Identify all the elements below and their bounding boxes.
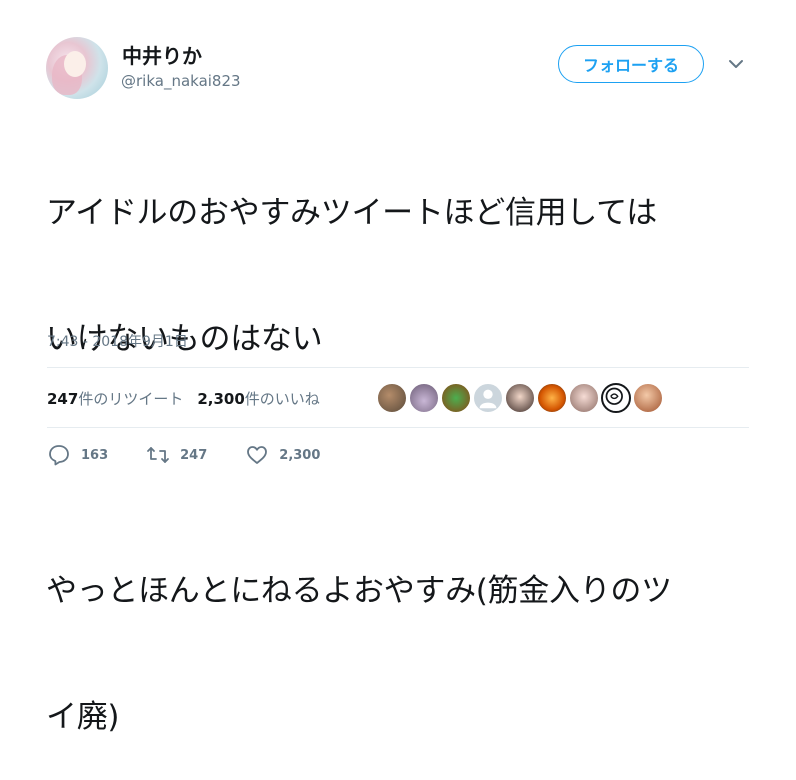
user-handle[interactable]: @rika_nakai823 (121, 72, 241, 90)
liker-avatar[interactable] (569, 383, 599, 413)
divider (47, 367, 749, 368)
chevron-down-icon[interactable] (726, 56, 746, 72)
display-name[interactable]: 中井りか (122, 40, 202, 69)
tweet-line: アイドルのおやすみツイートほど信用しては (46, 195, 657, 231)
reply-icon (49, 445, 69, 466)
retweet-count: 247 (180, 447, 208, 463)
reply-count: 163 (81, 447, 109, 463)
retweet-stat-label[interactable]: 件のリツイート (78, 388, 183, 409)
liker-avatar[interactable] (505, 383, 535, 413)
like-button[interactable]: 2,300 (245, 443, 320, 467)
retweet-icon (147, 447, 170, 463)
tweet-timestamp[interactable]: 7:43 - 2018年9月1日 (47, 331, 188, 351)
like-stat-count[interactable]: 2,300 (197, 390, 244, 408)
tweet-line: イ廃) (46, 699, 120, 735)
divider (47, 427, 749, 428)
follow-button[interactable]: フォローする (558, 45, 704, 83)
liker-avatar[interactable] (473, 383, 503, 413)
retweet-button[interactable]: 247 (146, 443, 207, 467)
like-stat-label[interactable]: 件のいいね (245, 388, 320, 409)
tweet-actions: 163 247 2,300 (47, 443, 358, 467)
liker-avatar[interactable] (633, 383, 663, 413)
avatar-face (64, 51, 86, 77)
liker-avatar[interactable] (441, 383, 471, 413)
tweet-line: やっとほんとにねるよおやすみ(筋金入りのツ (46, 573, 672, 609)
heart-icon (247, 446, 268, 464)
engagement-stats: 247 件のリツイート 2,300 件のいいね (47, 388, 320, 409)
avatar[interactable] (46, 37, 108, 99)
liker-avatars (377, 383, 665, 413)
liker-avatar[interactable] (377, 383, 407, 413)
retweet-stat-count[interactable]: 247 (47, 390, 78, 408)
like-count: 2,300 (279, 447, 321, 463)
liker-avatar[interactable] (601, 383, 631, 413)
liker-avatar[interactable] (409, 383, 439, 413)
reply-button[interactable]: 163 (47, 443, 108, 467)
liker-avatar[interactable] (537, 383, 567, 413)
